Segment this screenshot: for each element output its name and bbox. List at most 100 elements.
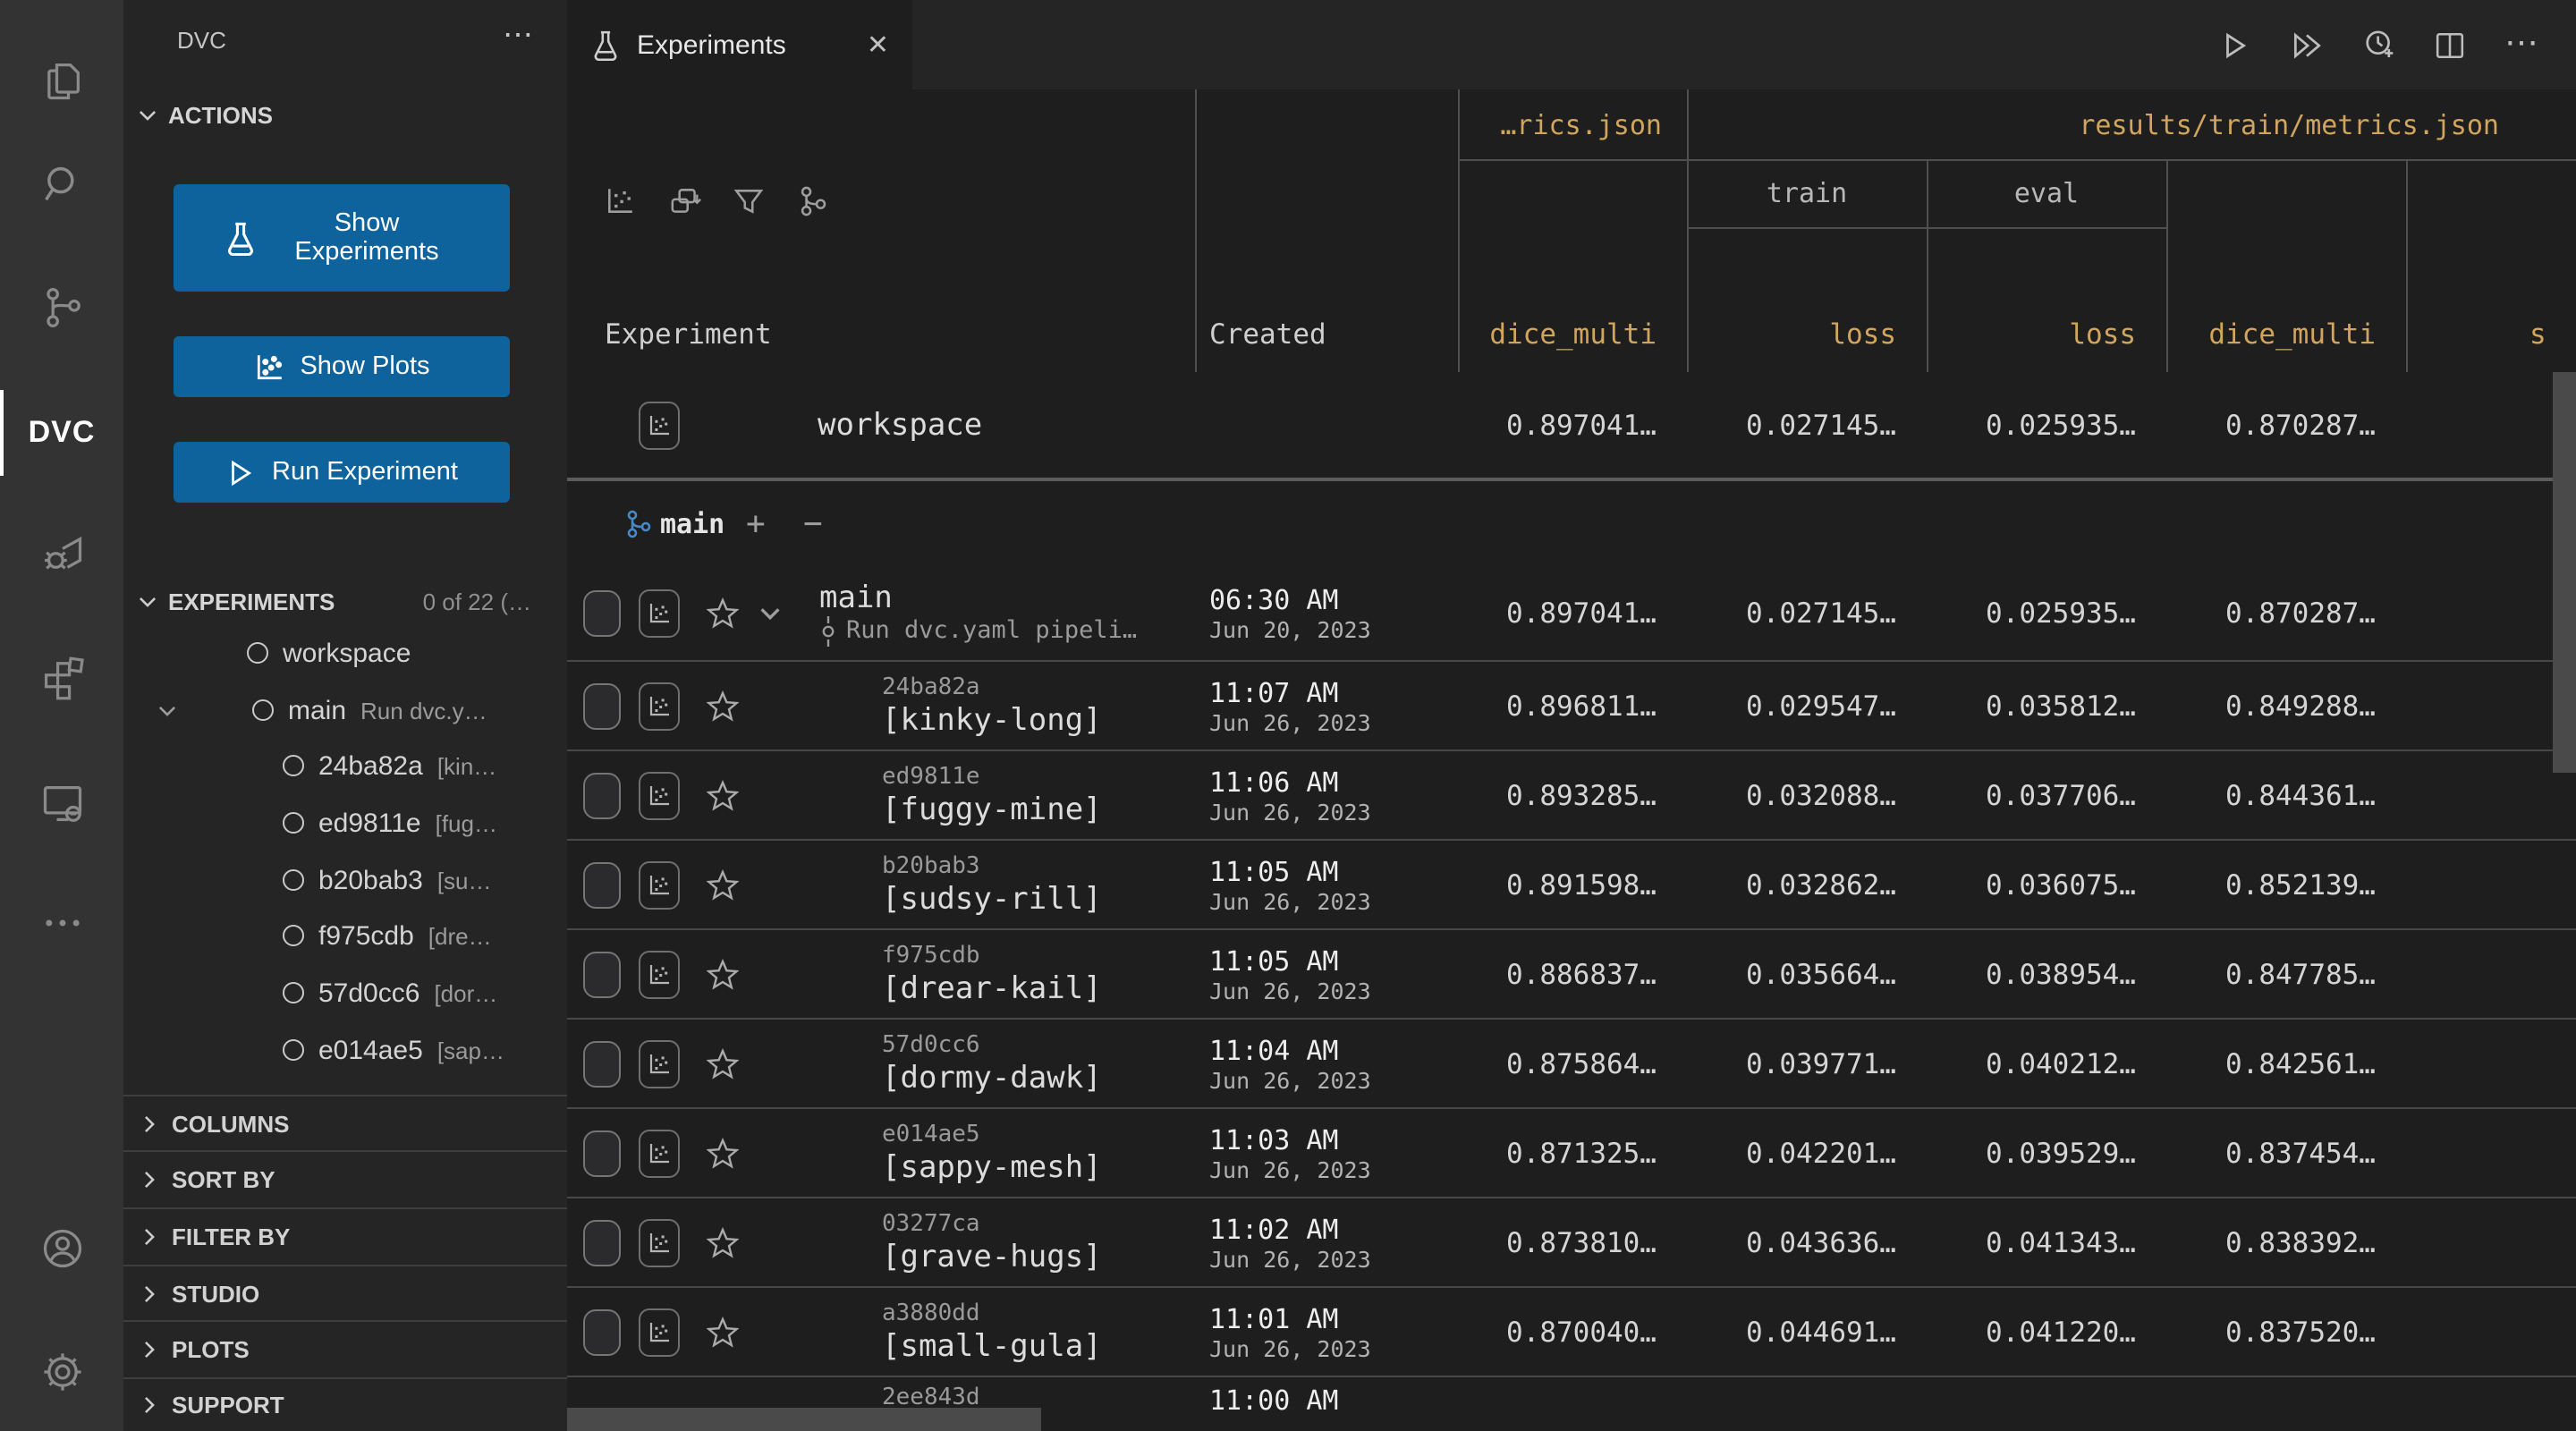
studio-section-header[interactable]: STUDIO [123,1265,567,1320]
plot-toggle-button[interactable] [639,950,680,998]
plot-toggle-button[interactable] [639,860,680,909]
column-header-created[interactable]: Created [1209,318,1326,351]
experiments-section-header[interactable]: EXPERIMENTS 0 of 22 (… [123,576,567,626]
source-control-icon[interactable] [0,265,123,351]
plot-toggle-button[interactable] [639,401,680,449]
table-row-experiment[interactable]: a3880dd[small-gula] 11:01 AMJun 26, 2023… [567,1288,2576,1377]
plot-toggle-button[interactable] [639,1039,680,1088]
tree-item-24ba82a[interactable]: 24ba82a [kin… [123,739,567,792]
queue-clock-icon[interactable] [2363,29,2395,61]
tree-item-b20bab3[interactable]: b20bab3 [su… [123,853,567,907]
move-columns-icon[interactable] [669,186,701,216]
flask-icon [590,30,621,60]
table-row-experiment[interactable]: 03277ca[grave-hugs] 11:02 AMJun 26, 2023… [567,1198,2576,1288]
run-debug-icon[interactable] [0,512,123,597]
column-header-train-loss[interactable]: loss [1687,318,1927,351]
column-header-experiment[interactable]: Experiment [605,318,772,351]
account-icon[interactable] [0,1206,123,1291]
filter-by-section-header[interactable]: FILTER BY [123,1207,567,1263]
plot-toggle-button[interactable] [639,682,680,730]
more-icon[interactable] [0,880,123,966]
row-checkbox[interactable] [583,861,621,908]
sidebar-more-icon[interactable]: ⋯ [503,18,535,54]
star-icon[interactable] [707,597,739,630]
run-experiment-button[interactable]: Run Experiment [174,442,510,503]
subgroup-eval[interactable]: eval [1927,159,2166,227]
columns-section-header[interactable]: COLUMNS [123,1095,567,1150]
star-icon[interactable] [707,1316,739,1348]
cell-dice-multi-2: 0.870287… [2166,372,2406,478]
tab-close-icon[interactable]: ✕ [867,29,889,61]
column-header-truncated[interactable]: s [2529,318,2546,351]
star-icon[interactable] [707,868,739,901]
plot-toggle-button[interactable] [639,1129,680,1177]
branch-add-button[interactable]: + [746,505,766,543]
run-all-icon[interactable] [2290,30,2324,60]
horizontal-scrollbar[interactable] [567,1408,1041,1431]
tree-item-main[interactable]: main Run dvc.y… [123,683,567,737]
remote-explorer-icon[interactable] [0,760,123,846]
split-editor-icon[interactable] [2435,30,2465,60]
table-row-experiment[interactable]: e014ae5[sappy-mesh] 11:03 AMJun 26, 2023… [567,1109,2576,1198]
settings-gear-icon[interactable] [0,1329,123,1415]
vertical-scrollbar[interactable] [2553,372,2576,773]
table-row-main[interactable]: main Run dvc.yaml pipeli… 06:30 AMJun 20… [567,567,2576,662]
plots-section-header[interactable]: PLOTS [123,1320,567,1376]
table-plots-icon[interactable] [605,186,635,216]
table-row-experiment[interactable]: f975cdb[drear-kail] 11:05 AMJun 26, 2023… [567,930,2576,1020]
subgroup-train[interactable]: train [1687,159,1927,227]
branch-remove-button[interactable]: − [803,505,823,543]
tree-item-ed9811e[interactable]: ed9811e [fug… [123,796,567,850]
extensions-icon[interactable] [0,635,123,721]
row-checkbox[interactable] [583,1130,621,1176]
branch-icon[interactable] [798,186,828,216]
row-checkbox[interactable] [583,682,621,729]
explorer-icon[interactable] [0,38,123,123]
column-group-results-train-metrics-json[interactable]: results/train/metrics.json [1687,89,2576,159]
star-icon[interactable] [707,1137,739,1169]
show-plots-button[interactable]: Show Plots [174,336,510,397]
star-icon[interactable] [707,779,739,811]
table-row-workspace[interactable]: workspace 0.897041… 0.027145… 0.025935… … [567,372,2576,481]
tree-item-e014ae5[interactable]: e014ae5 [sap… [123,1023,567,1077]
plot-toggle-button[interactable] [639,771,680,819]
column-header-eval-loss[interactable]: loss [1927,318,2166,351]
table-row-experiment[interactable]: b20bab3[sudsy-rill] 11:05 AMJun 26, 2023… [567,841,2576,930]
tree-item-workspace[interactable]: workspace [123,626,567,680]
row-checkbox[interactable] [583,590,621,637]
table-row-experiment[interactable]: ed9811e[fuggy-mine] 11:06 AMJun 26, 2023… [567,751,2576,841]
row-checkbox[interactable] [583,1219,621,1266]
run-icon[interactable] [2220,30,2250,60]
star-icon[interactable] [707,1226,739,1258]
tree-item-57d0cc6[interactable]: 57d0cc6 [dor… [123,966,567,1020]
show-experiments-button[interactable]: Show Experiments [174,184,510,292]
star-icon[interactable] [707,690,739,722]
plot-toggle-button[interactable] [639,1218,680,1266]
tab-experiments[interactable]: Experiments ✕ [567,0,912,89]
header-divider [1195,89,1197,372]
actions-section-header[interactable]: ACTIONS [123,89,567,140]
experiment-name: [kinky-long] [882,702,1102,738]
column-group-metrics-json[interactable]: …rics.json [1458,89,1687,159]
search-icon[interactable] [0,141,123,227]
table-row-experiment[interactable]: 24ba82a[kinky-long] 11:07 AMJun 26, 2023… [567,662,2576,751]
dvc-icon[interactable]: DVC [0,390,123,476]
row-checkbox[interactable] [583,951,621,997]
chevron-down-icon[interactable] [757,600,784,627]
tree-item-f975cdb[interactable]: f975cdb [dre… [123,909,567,962]
star-icon[interactable] [707,958,739,990]
filter-icon[interactable] [733,186,764,216]
row-checkbox[interactable] [583,1040,621,1087]
editor-more-actions-icon[interactable]: ⋯ [2504,36,2540,54]
row-checkbox[interactable] [583,772,621,818]
column-header-dice-multi-2[interactable]: dice_multi [2166,318,2406,351]
support-section-header[interactable]: SUPPORT [123,1377,567,1431]
column-header-dice-multi-1[interactable]: dice_multi [1458,318,1687,351]
row-checkbox[interactable] [583,1308,621,1355]
table-row-experiment[interactable]: 57d0cc6[dormy-dawk] 11:04 AMJun 26, 2023… [567,1020,2576,1109]
bullet-circle-icon [283,869,304,891]
plot-toggle-button[interactable] [639,589,680,638]
plot-toggle-button[interactable] [639,1308,680,1356]
star-icon[interactable] [707,1047,739,1080]
sort-by-section-header[interactable]: SORT BY [123,1150,567,1206]
